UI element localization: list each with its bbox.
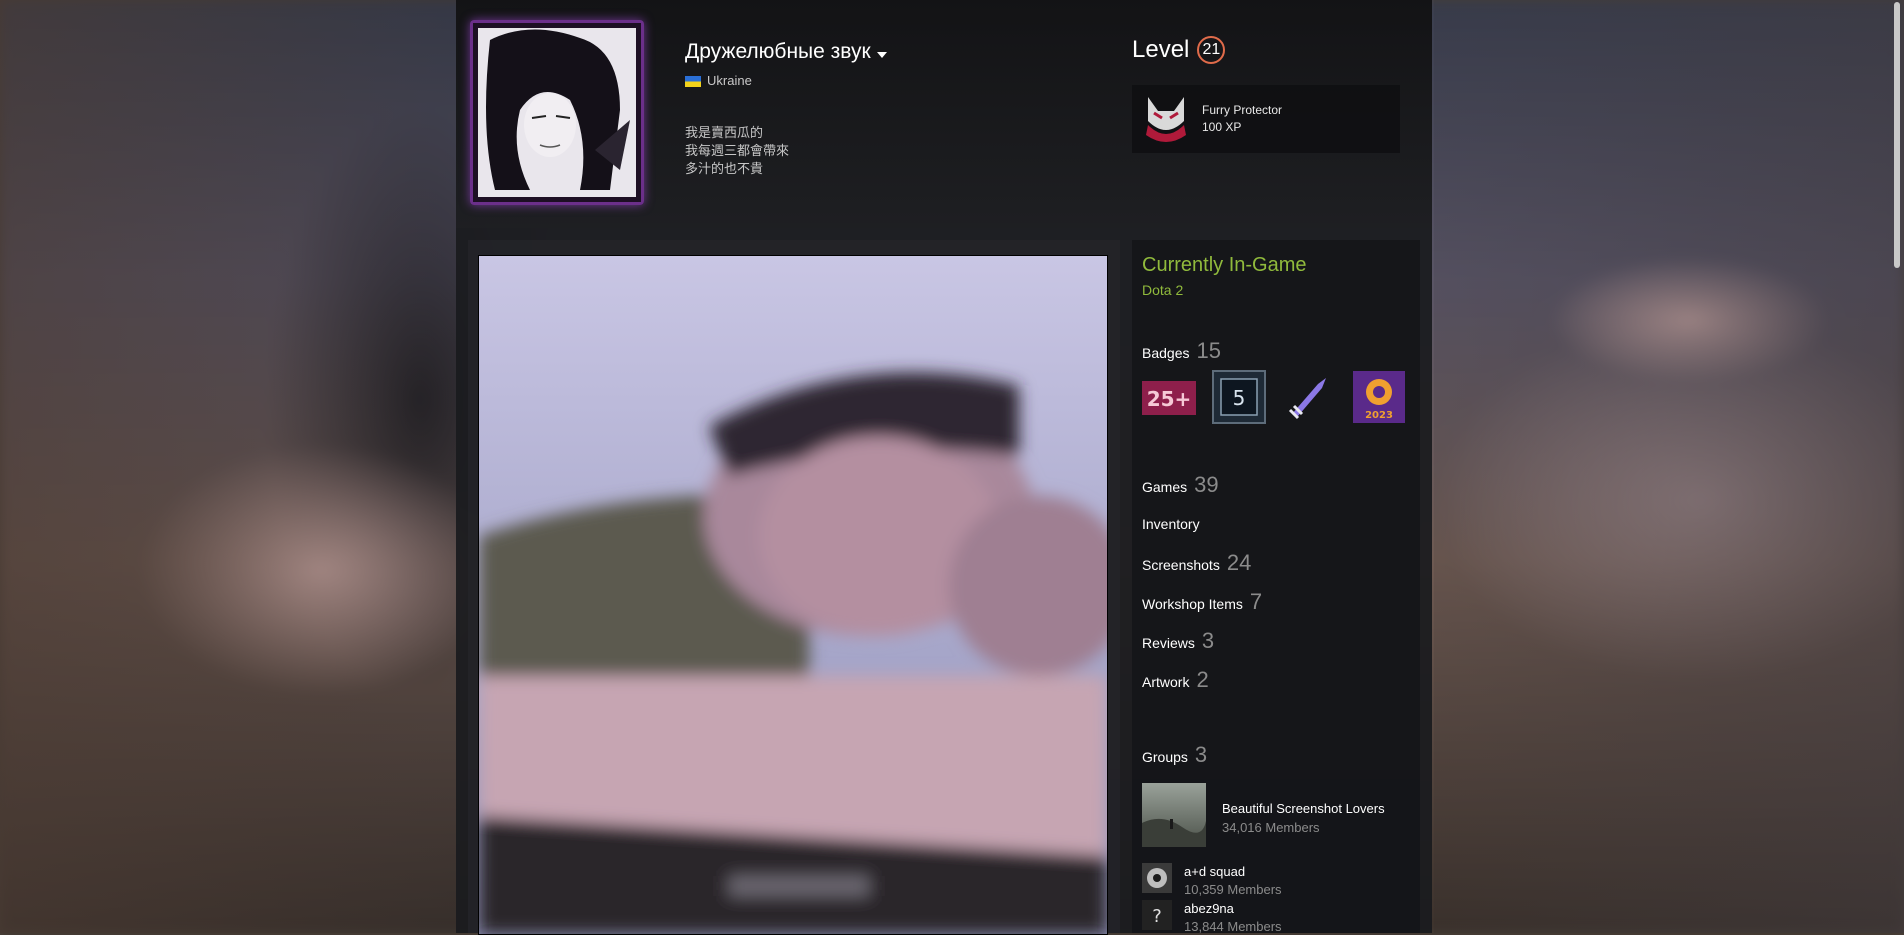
country-name: Ukraine (707, 73, 752, 88)
badge-text: 2023 (1365, 410, 1393, 421)
reviews-label: Reviews (1142, 635, 1195, 651)
screenshots-label: Screenshots (1142, 557, 1220, 573)
badge-text: 5 (1233, 386, 1246, 410)
inventory-link[interactable]: Inventory (1142, 516, 1200, 532)
ingame-game-name[interactable]: Dota 2 (1142, 282, 1183, 298)
summary-line: 我是賣西瓜的 (685, 125, 764, 140)
artwork-link[interactable]: Artwork 2 (1142, 667, 1209, 693)
groups-label: Groups (1142, 749, 1188, 765)
ingame-status: Currently In-Game (1142, 254, 1307, 276)
summary-line: 我每週三都會帶來 (685, 143, 790, 158)
wolf-badge-icon (1140, 91, 1192, 148)
badges-count: 15 (1196, 338, 1221, 363)
group-name: a+d squad (1184, 864, 1246, 879)
workshop-label: Workshop Items (1142, 596, 1243, 612)
group-item[interactable]: ? abez9na 13,844 Members (1142, 900, 1282, 935)
background-shade-left (0, 0, 460, 933)
group-members: 34,016 Members (1222, 819, 1320, 835)
level-label: Level (1132, 36, 1190, 63)
reviews-link[interactable]: Reviews 3 (1142, 628, 1214, 654)
screenshot-showcase (468, 240, 1120, 935)
favorite-badge-name: Furry Protector (1202, 103, 1283, 117)
badge-list: 25+ 5 2023 (1142, 370, 1406, 424)
level-number: 21 (1197, 36, 1226, 64)
games-link[interactable]: Games 39 (1142, 472, 1219, 498)
profile-summary: 我是賣西瓜的 我每週三都會帶來 多汁的也不貴 (685, 124, 789, 178)
screenshots-link[interactable]: Screenshots 24 (1142, 550, 1251, 576)
profile-right-column: Currently In-Game Dota 2 Badges 15 25+ 5 (1132, 240, 1420, 935)
profile-header: Дружелюбные звук Ukraine 我是賣西瓜的 我每週三都會帶來… (456, 0, 1432, 228)
dagger-badge-icon[interactable] (1282, 370, 1336, 424)
profile-avatar[interactable] (470, 20, 644, 205)
25-plus-badge-icon[interactable]: 25+ (1142, 370, 1196, 424)
group-members: 13,844 Members (1184, 919, 1282, 934)
workshop-link[interactable]: Workshop Items 7 (1142, 589, 1262, 615)
groups-count: 3 (1194, 742, 1208, 767)
steam-replay-2023-badge-icon[interactable]: 2023 (1352, 370, 1406, 424)
page-scrollbar[interactable] (1894, 2, 1900, 268)
reviews-count: 3 (1201, 628, 1215, 653)
group-avatar (1142, 783, 1206, 852)
chevron-down-icon (876, 52, 887, 58)
games-count: 39 (1194, 472, 1219, 497)
svg-text:?: ? (1152, 906, 1162, 927)
profile-location: Ukraine (685, 73, 752, 88)
games-label: Games (1142, 479, 1188, 495)
profile-page: Дружелюбные звук Ukraine 我是賣西瓜的 我每週三都會帶來… (456, 0, 1432, 935)
artwork-count: 2 (1196, 667, 1209, 692)
years-of-service-badge-icon[interactable]: 5 (1212, 370, 1266, 424)
inventory-label: Inventory (1142, 516, 1200, 532)
screenshots-count: 24 (1226, 550, 1252, 575)
group-name: Beautiful Screenshot Lovers (1222, 800, 1385, 816)
ukraine-flag-icon (685, 75, 701, 87)
background-shade-right (1434, 0, 1904, 933)
groups-link[interactable]: Groups 3 (1142, 742, 1207, 768)
summary-line: 多汁的也不貴 (685, 161, 764, 176)
favorite-badge[interactable]: Furry Protector 100 XP (1132, 85, 1400, 153)
workshop-count: 7 (1249, 589, 1263, 614)
showcase-screenshot[interactable] (478, 255, 1108, 935)
badges-label: Badges (1142, 345, 1190, 361)
badge-text: 25+ (1147, 387, 1192, 411)
group-item[interactable]: Beautiful Screenshot Lovers 34,016 Membe… (1142, 783, 1385, 852)
group-members: 10,359 Members (1184, 882, 1282, 897)
badges-link[interactable]: Badges 15 (1142, 338, 1221, 364)
artwork-label: Artwork (1142, 674, 1190, 690)
question-mark-icon: ? (1142, 900, 1172, 935)
persona-name: Дружелюбные звук (685, 40, 871, 63)
profile-level[interactable]: Level 21 (1132, 36, 1226, 64)
group-item[interactable]: a+d squad 10,359 Members (1142, 863, 1282, 898)
persona-name-dropdown[interactable]: Дружелюбные звук (685, 40, 887, 64)
group-name: abez9na (1184, 901, 1234, 916)
group-avatar (1142, 863, 1172, 898)
favorite-badge-xp: 100 XP (1202, 120, 1242, 134)
